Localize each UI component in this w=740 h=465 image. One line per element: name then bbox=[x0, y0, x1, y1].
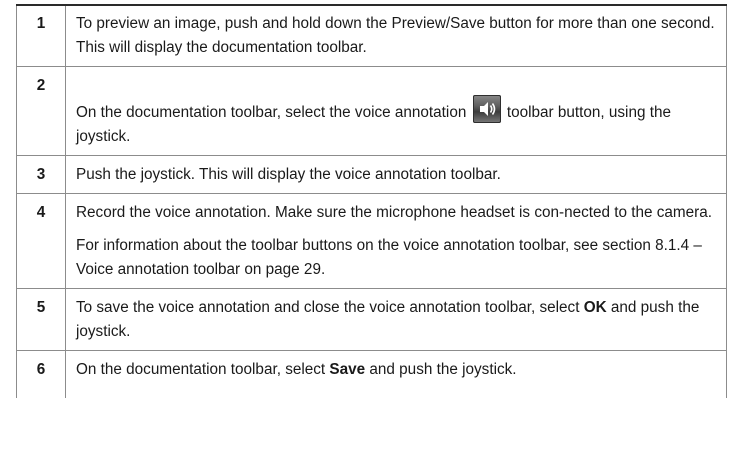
step-row: 1 To preview an image, push and hold dow… bbox=[16, 4, 727, 67]
step-text-content: To preview an image, push and hold down … bbox=[76, 15, 715, 56]
step-number: 1 bbox=[16, 4, 66, 67]
speaker-icon bbox=[472, 95, 501, 123]
step-bold-term: Save bbox=[329, 361, 366, 378]
step-text: Record the voice annotation. Make sure t… bbox=[65, 193, 727, 289]
step-bold-term: OK bbox=[583, 299, 607, 316]
step-number: 2 bbox=[16, 66, 66, 156]
step-text-before: On the documentation toolbar, select bbox=[76, 361, 330, 378]
step-number: 6 bbox=[16, 350, 66, 398]
step-row: 5 To save the voice annotation and close… bbox=[16, 288, 727, 351]
steps-table: 1 To preview an image, push and hold dow… bbox=[16, 4, 727, 398]
step-text: To save the voice annotation and close t… bbox=[65, 288, 727, 351]
step-number: 3 bbox=[16, 155, 66, 194]
step-text-after: and push the joystick. bbox=[365, 361, 517, 378]
table-top-rule bbox=[16, 4, 727, 6]
step-text-before: On the documentation toolbar, select the… bbox=[76, 104, 471, 121]
step-row: 2 On the documentation toolbar, select t… bbox=[16, 66, 727, 156]
step-text: On the documentation toolbar, select the… bbox=[65, 66, 727, 156]
step-row: 6 On the documentation toolbar, select S… bbox=[16, 350, 727, 398]
document-page: 1 To preview an image, push and hold dow… bbox=[0, 0, 740, 465]
step-number: 5 bbox=[16, 288, 66, 351]
step-row: 4 Record the voice annotation. Make sure… bbox=[16, 193, 727, 289]
step-text: To preview an image, push and hold down … bbox=[65, 4, 727, 67]
step-row: 3 Push the joystick. This will display t… bbox=[16, 155, 727, 194]
step-text: Push the joystick. This will display the… bbox=[65, 155, 727, 194]
step-number: 4 bbox=[16, 193, 66, 289]
step-text: On the documentation toolbar, select Sav… bbox=[65, 350, 727, 398]
step-text-content: Push the joystick. This will display the… bbox=[76, 166, 501, 183]
step-text-before: To save the voice annotation and close t… bbox=[76, 299, 584, 316]
step-paragraph: For information about the toolbar button… bbox=[76, 237, 702, 278]
step-paragraph: Record the voice annotation. Make sure t… bbox=[76, 204, 713, 221]
